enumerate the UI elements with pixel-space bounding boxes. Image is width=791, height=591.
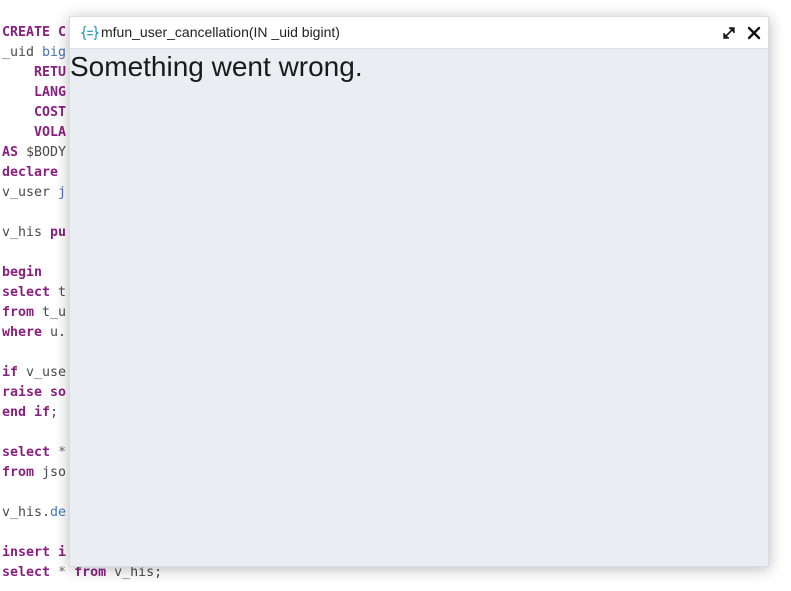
error-message: Something went wrong.: [70, 51, 363, 82]
code-line: insert i: [2, 543, 66, 563]
code-token: $BODY: [26, 145, 67, 160]
code-line: VOLA: [2, 123, 66, 143]
code-token: if: [2, 365, 27, 380]
code-line: select t: [2, 283, 66, 303]
code-token: CREATE C: [2, 25, 67, 40]
dialog-title: mfun_user_cancellation(IN _uid bigint): [101, 24, 340, 40]
code-line: v_user j: [2, 183, 66, 203]
code-token: v_use: [26, 365, 67, 380]
code-line: end if;: [2, 403, 58, 423]
code-token: select: [2, 285, 59, 300]
close-icon[interactable]: [745, 24, 763, 42]
code-line: v_his.de: [2, 503, 66, 523]
code-token: AS: [2, 145, 27, 160]
code-token: begin: [2, 265, 43, 280]
code-token: *: [58, 565, 75, 580]
code-token: insert: [2, 545, 59, 560]
code-token: t_u: [42, 305, 67, 320]
code-token: pu: [50, 225, 67, 240]
code-token: select: [2, 445, 59, 460]
code-token: i: [58, 545, 67, 560]
code-token: v_his.: [2, 505, 51, 520]
code-line: v_his pu: [2, 223, 66, 243]
code-line: where u.: [2, 323, 66, 343]
dialog-header: mfun_user_cancellation(IN _uid bigint): [70, 17, 768, 49]
function-braces-icon: [81, 25, 99, 41]
code-line: declare: [2, 163, 58, 183]
code-line: CREATE C: [2, 23, 66, 43]
code-token: v_user: [2, 185, 59, 200]
code-token: select: [2, 565, 59, 580]
code-token: where: [2, 325, 51, 340]
code-token: raise: [2, 385, 51, 400]
code-line: from t_u: [2, 303, 66, 323]
code-token: *: [58, 445, 67, 460]
code-token: VOLA: [34, 125, 67, 140]
code-token: ;: [50, 405, 59, 420]
code-token: from: [2, 465, 43, 480]
code-token: RETU: [34, 65, 67, 80]
code-line: AS $BODY: [2, 143, 66, 163]
code-line: from jso: [2, 463, 66, 483]
code-token: end if: [2, 405, 51, 420]
code-line: select *: [2, 443, 66, 463]
code-line: raise so: [2, 383, 66, 403]
code-line: RETU: [2, 63, 66, 83]
code-token: j: [58, 185, 67, 200]
code-line: COST: [2, 103, 66, 123]
code-token: from: [74, 565, 115, 580]
expand-icon[interactable]: [721, 25, 737, 41]
code-token: from: [2, 305, 43, 320]
code-token: declare: [2, 165, 59, 180]
code-token: v_his;: [114, 565, 163, 580]
code-token: LANG: [34, 85, 67, 100]
code-token: COST: [34, 105, 67, 120]
code-token: t: [58, 285, 67, 300]
code-token: u.: [50, 325, 67, 340]
function-dialog: mfun_user_cancellation(IN _uid bigint) S…: [69, 16, 769, 567]
code-token: de: [50, 505, 67, 520]
code-token: jso: [42, 465, 67, 480]
code-line: begin: [2, 263, 42, 283]
code-line: _uid big: [2, 43, 66, 63]
code-token: _uid: [2, 45, 43, 60]
code-token: big: [42, 45, 67, 60]
code-line: if v_use: [2, 363, 66, 383]
code-token: so: [50, 385, 67, 400]
code-token: v_his: [2, 225, 51, 240]
code-line: LANG: [2, 83, 66, 103]
